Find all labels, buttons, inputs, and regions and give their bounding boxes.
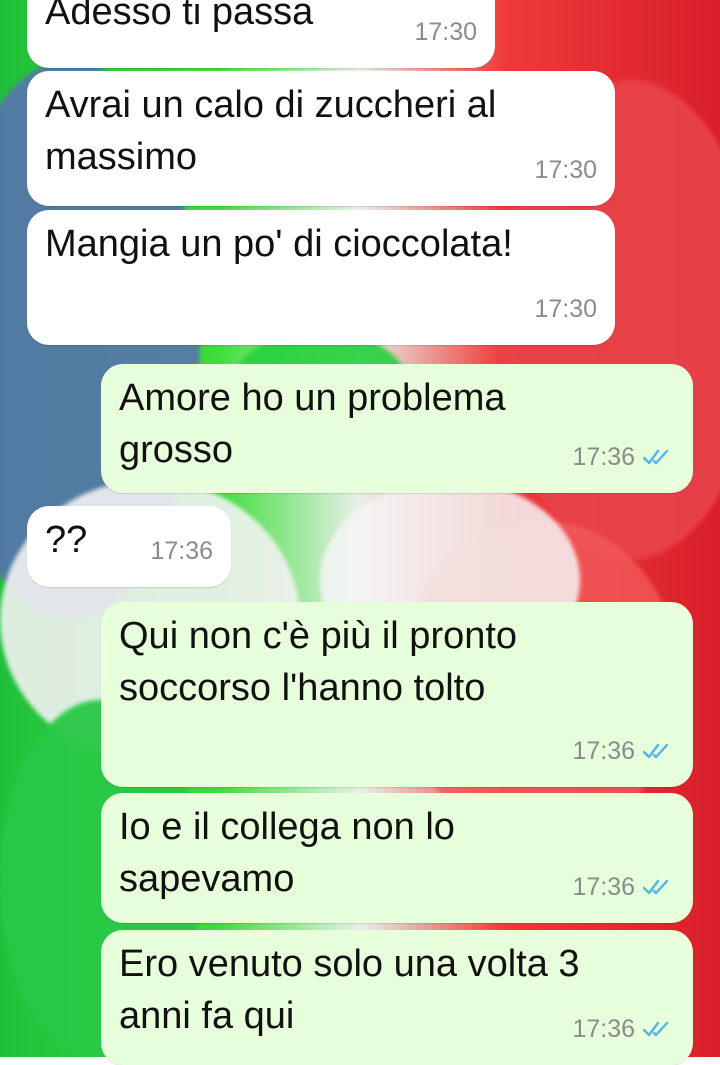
message-bubble-outgoing[interactable]: Qui non c'è più il pronto soccorso l'han…	[101, 602, 693, 787]
message-bubble-incoming[interactable]: Adesso ti passa 17:30	[27, 0, 495, 68]
message-text: Adesso ti passa	[45, 0, 314, 33]
double-check-icon	[643, 449, 669, 465]
message-bubble-incoming[interactable]: Avrai un calo di zuccheri al massimo 17:…	[27, 71, 615, 206]
message-bubble-outgoing[interactable]: Ero venuto solo una volta 3 anni fa qui …	[101, 930, 693, 1065]
message-time: 17:36	[150, 537, 213, 565]
message-bubble-outgoing[interactable]: Io e il collega non lo sapevamo 17:36	[101, 793, 693, 923]
double-check-icon	[643, 743, 669, 759]
double-check-icon	[643, 1021, 669, 1037]
message-time: 17:36	[572, 873, 635, 901]
message-bubble-outgoing[interactable]: Amore ho un problema grosso 17:36	[101, 364, 693, 493]
message-text: Io e il collega non lo sapevamo	[119, 806, 466, 900]
message-list[interactable]: Adesso ti passa 17:30 Avrai un calo di z…	[0, 0, 720, 1065]
message-time: 17:36	[572, 443, 635, 471]
message-time: 17:30	[414, 18, 477, 46]
message-time: 17:30	[534, 156, 597, 184]
double-check-icon	[643, 879, 669, 895]
message-text: Avrai un calo di zuccheri al massimo	[45, 84, 507, 178]
message-time: 17:30	[534, 295, 597, 323]
message-time: 17:36	[572, 1015, 635, 1043]
message-time: 17:36	[572, 737, 635, 765]
message-text: Amore ho un problema grosso	[119, 377, 517, 471]
message-bubble-incoming[interactable]: ?? 17:36	[27, 506, 231, 587]
message-text: Mangia un po' di cioccolata!	[45, 223, 513, 265]
message-bubble-incoming[interactable]: Mangia un po' di cioccolata! 17:30	[27, 210, 615, 345]
message-text: Qui non c'è più il pronto soccorso l'han…	[119, 615, 528, 709]
